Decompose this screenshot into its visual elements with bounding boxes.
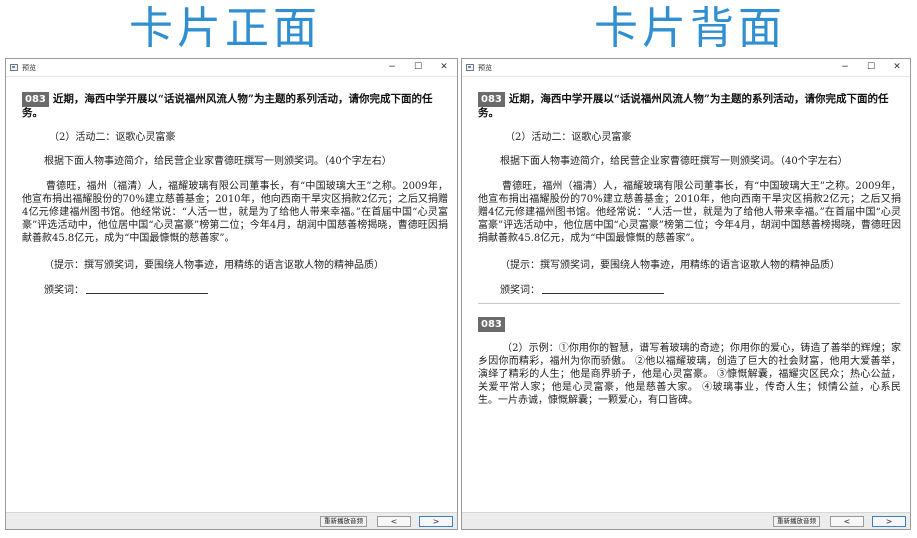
answer-row: 颁奖词：	[500, 284, 664, 297]
replay-audio-button[interactable]: 重新播放音频	[773, 516, 820, 527]
answer-number-badge: 083	[478, 317, 505, 332]
prev-button[interactable]: <	[830, 516, 864, 527]
minimize-button[interactable]: −	[832, 59, 858, 76]
question-stem-text: 近期，海西中学开展以“话说福州风流人物”为主题的系列活动，请你完成下面的任务。	[478, 93, 889, 119]
answer-blank	[86, 284, 208, 294]
app-icon	[10, 64, 18, 71]
close-button[interactable]: ✕	[431, 59, 457, 76]
passage: 曹德旺，福州（福清）人，福耀玻璃有限公司董事长，有“中国玻璃大王”之称。2009…	[478, 181, 901, 244]
back-preview-window: 预览 − ☐ ✕ 083 近期，海西中学开展以“话说福州风流人物”为主题的系列活动…	[461, 58, 911, 530]
sub-task: （2）活动二：讴歌心灵富豪	[49, 132, 176, 143]
statusbar: 重新播放音频 < >	[6, 512, 457, 529]
replay-audio-button[interactable]: 重新播放音频	[320, 516, 367, 527]
answer-blank	[542, 284, 664, 294]
window-title: 预览	[478, 64, 492, 72]
answer-label: 颁奖词：	[44, 285, 84, 296]
app-icon	[466, 64, 474, 71]
maximize-button[interactable]: ☐	[858, 59, 884, 76]
statusbar: 重新播放音频 < >	[462, 512, 910, 529]
question-stem: 083 近期，海西中学开展以“话说福州风流人物”为主题的系列活动，请你完成下面的任…	[22, 92, 447, 120]
passage: 曹德旺，福州（福清）人，福耀玻璃有限公司董事长，有“中国玻璃大王”之称。2009…	[22, 181, 448, 244]
next-button[interactable]: >	[419, 516, 453, 527]
question-stem-text: 近期，海西中学开展以“话说福州风流人物”为主题的系列活动，请你完成下面的任务。	[22, 93, 433, 119]
divider	[478, 303, 900, 304]
window-titlebar[interactable]: 预览 − ☐ ✕	[6, 59, 457, 77]
hint: （提示：撰写颁奖词，要围绕人物事迹，用精练的语言讴歌人物的精神品质）	[44, 260, 384, 271]
card-content: 083 近期，海西中学开展以“话说福州风流人物”为主题的系列活动，请你完成下面的任…	[6, 78, 457, 512]
instruction: 根据下面人物事迹简介，给民营企业家曹德旺撰写一则颁奖词。（40个字左右）	[44, 156, 392, 167]
back-card-label: 卡片背面	[594, 3, 786, 54]
minimize-button[interactable]: −	[379, 59, 405, 76]
front-preview-window: 预览 − ☐ ✕ 083 近期，海西中学开展以“话说福州风流人物”为主题的系列活动…	[5, 58, 458, 530]
maximize-button[interactable]: ☐	[405, 59, 431, 76]
next-button[interactable]: >	[872, 516, 906, 527]
question-number-badge: 083	[478, 92, 505, 107]
answer-text: （2）示例：①你用你的智慧，谱写着玻璃的奇迹；你用你的爱心，铸造了善举的辉煌；家…	[478, 343, 901, 406]
front-card-label: 卡片正面	[129, 3, 321, 54]
close-button[interactable]: ✕	[884, 59, 910, 76]
instruction: 根据下面人物事迹简介，给民营企业家曹德旺撰写一则颁奖词。（40个字左右）	[500, 156, 848, 167]
hint: （提示：撰写颁奖词，要围绕人物事迹，用精练的语言讴歌人物的精神品质）	[500, 260, 840, 271]
question-number-badge: 083	[22, 92, 49, 107]
window-title: 预览	[22, 64, 36, 72]
sub-task: （2）活动二：讴歌心灵富豪	[505, 132, 632, 143]
question-stem: 083 近期，海西中学开展以“话说福州风流人物”为主题的系列活动，请你完成下面的任…	[478, 92, 900, 120]
answer-row: 颁奖词：	[44, 284, 208, 297]
card-content: 083 近期，海西中学开展以“话说福州风流人物”为主题的系列活动，请你完成下面的任…	[462, 78, 910, 512]
window-titlebar[interactable]: 预览 − ☐ ✕	[462, 59, 910, 77]
answer-label: 颁奖词：	[500, 285, 540, 296]
prev-button[interactable]: <	[377, 516, 411, 527]
